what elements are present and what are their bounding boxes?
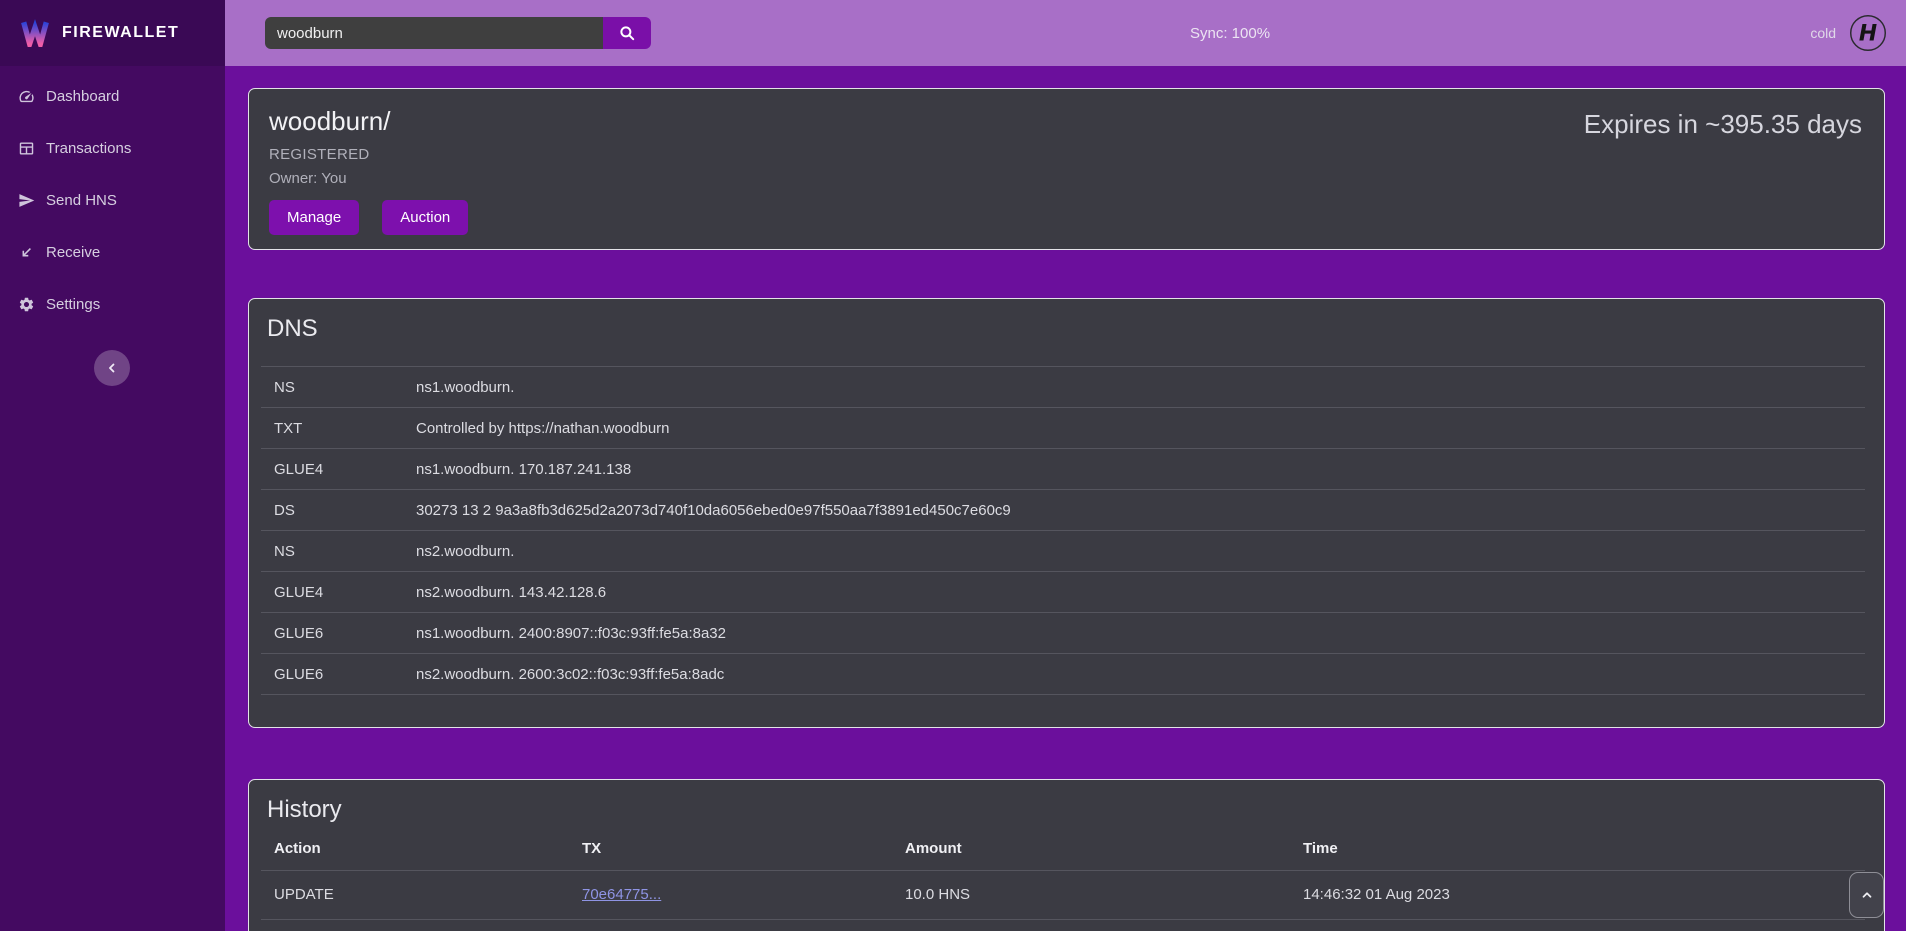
history-col-time: Time	[1290, 828, 1865, 870]
scroll-to-top-button[interactable]	[1849, 872, 1884, 918]
dns-record-type: GLUE4	[261, 572, 403, 613]
dns-record-value: ns2.woodburn. 143.42.128.6	[403, 572, 1865, 613]
sidebar-item-label: Dashboard	[46, 88, 119, 105]
dns-record-row: GLUE4 ns1.woodburn. 170.187.241.138	[261, 449, 1865, 490]
sidebar-item-send-hns[interactable]: Send HNS	[0, 178, 225, 222]
history-col-action: Action	[261, 828, 569, 870]
dns-record-type: DS	[261, 490, 403, 531]
dns-title: DNS	[249, 315, 1884, 343]
dns-record-value: 30273 13 2 9a3a8fb3d625d2a2073d740f10da6…	[403, 490, 1865, 531]
sidebar: FIREWALLET Dashboard Transactions Send H…	[0, 0, 225, 931]
history-header-row: Action TX Amount Time	[261, 828, 1865, 870]
history-row: UPDATE 70e64775... 10.0 HNS 14:46:32 01 …	[261, 870, 1865, 919]
history-action: UPDATE	[261, 870, 569, 919]
dns-record-type: GLUE6	[261, 613, 403, 654]
dns-record-row: GLUE6 ns2.woodburn. 2600:3c02::f03c:93ff…	[261, 654, 1865, 695]
manage-button[interactable]: Manage	[269, 200, 359, 235]
gear-icon	[18, 296, 35, 313]
svg-text:H: H	[1859, 21, 1877, 46]
dns-record-value: ns2.woodburn.	[403, 531, 1865, 572]
search-input[interactable]	[265, 17, 603, 49]
wallet-name: cold	[1810, 25, 1836, 41]
searchbox	[265, 17, 651, 49]
dns-record-value: ns1.woodburn.	[403, 367, 1865, 408]
sidebar-item-label: Send HNS	[46, 192, 117, 209]
history-table: Action TX Amount Time UPDATE 70e64775...…	[261, 828, 1865, 931]
brand-name: FIREWALLET	[62, 24, 179, 42]
table-icon	[18, 140, 35, 157]
sidebar-item-label: Settings	[46, 296, 100, 313]
history-time: 14:46:32 01 Aug 2023	[1290, 870, 1865, 919]
dns-record-value: ns1.woodburn. 170.187.241.138	[403, 449, 1865, 490]
dns-record-row: TXT Controlled by https://nathan.woodbur…	[261, 408, 1865, 449]
chevron-up-icon	[1860, 888, 1874, 902]
history-col-tx: TX	[569, 828, 892, 870]
sidebar-item-receive[interactable]: Receive	[0, 230, 225, 274]
tx-link[interactable]: 70e64775...	[582, 886, 661, 903]
handshake-logo-icon[interactable]: H	[1848, 13, 1888, 53]
history-title: History	[249, 796, 1884, 824]
topbar: Sync: 100% cold H	[225, 0, 1906, 66]
auction-button[interactable]: Auction	[382, 200, 468, 235]
send-icon	[18, 192, 35, 209]
sidebar-item-transactions[interactable]: Transactions	[0, 126, 225, 170]
history-row: RENEW d7b43c... 10.0 HNS 15:47:36 07 Jul…	[261, 919, 1865, 931]
domain-owner: Owner: You	[269, 170, 1864, 187]
dns-record-type: NS	[261, 531, 403, 572]
dns-record-value: Controlled by https://nathan.woodburn	[403, 408, 1865, 449]
receive-arrow-icon	[18, 244, 35, 261]
history-action: RENEW	[261, 919, 569, 931]
domain-expires: Expires in ~395.35 days	[1584, 109, 1862, 140]
domain-status: REGISTERED	[269, 146, 1864, 163]
dns-record-row: NS ns2.woodburn.	[261, 531, 1865, 572]
sidebar-item-label: Receive	[46, 244, 100, 261]
sidebar-collapse-button[interactable]	[94, 350, 130, 386]
sidebar-item-label: Transactions	[46, 140, 131, 157]
sidebar-nav: Dashboard Transactions Send HNS Receive …	[0, 66, 225, 326]
sidebar-item-settings[interactable]: Settings	[0, 282, 225, 326]
search-button[interactable]	[603, 17, 651, 49]
chevron-left-icon	[105, 361, 119, 375]
wallet-indicator: cold H	[1810, 13, 1888, 53]
dns-record-value: ns2.woodburn. 2600:3c02::f03c:93ff:fe5a:…	[403, 654, 1865, 695]
brand[interactable]: FIREWALLET	[0, 0, 225, 66]
dns-record-row: DS 30273 13 2 9a3a8fb3d625d2a2073d740f10…	[261, 490, 1865, 531]
dns-record-row: GLUE4 ns2.woodburn. 143.42.128.6	[261, 572, 1865, 613]
history-amount: 10.0 HNS	[892, 870, 1290, 919]
sync-status: Sync: 100%	[1190, 25, 1270, 42]
dns-record-value: ns1.woodburn. 2400:8907::f03c:93ff:fe5a:…	[403, 613, 1865, 654]
search-icon	[618, 24, 636, 42]
history-amount: 10.0 HNS	[892, 919, 1290, 931]
sidebar-item-dashboard[interactable]: Dashboard	[0, 74, 225, 118]
dns-record-row: NS ns1.woodburn.	[261, 367, 1865, 408]
dns-record-row: GLUE6 ns1.woodburn. 2400:8907::f03c:93ff…	[261, 613, 1865, 654]
dns-record-type: GLUE6	[261, 654, 403, 695]
history-col-amount: Amount	[892, 828, 1290, 870]
firewallet-w-logo-icon	[20, 19, 50, 47]
history-time: 15:47:36 07 Jul 2023	[1290, 919, 1865, 931]
dns-record-type: NS	[261, 367, 403, 408]
dns-record-type: GLUE4	[261, 449, 403, 490]
dns-card: DNS NS ns1.woodburn. TXT Controlled by h…	[248, 298, 1885, 728]
dns-table: NS ns1.woodburn. TXT Controlled by https…	[261, 366, 1865, 695]
domain-card: woodburn/ REGISTERED Owner: You Manage A…	[248, 88, 1885, 250]
dns-record-type: TXT	[261, 408, 403, 449]
history-card: History Action TX Amount Time UPDATE 70e…	[248, 779, 1885, 931]
main-content: woodburn/ REGISTERED Owner: You Manage A…	[225, 66, 1906, 931]
gauge-icon	[18, 88, 35, 105]
domain-actions: Manage Auction	[269, 200, 1864, 235]
